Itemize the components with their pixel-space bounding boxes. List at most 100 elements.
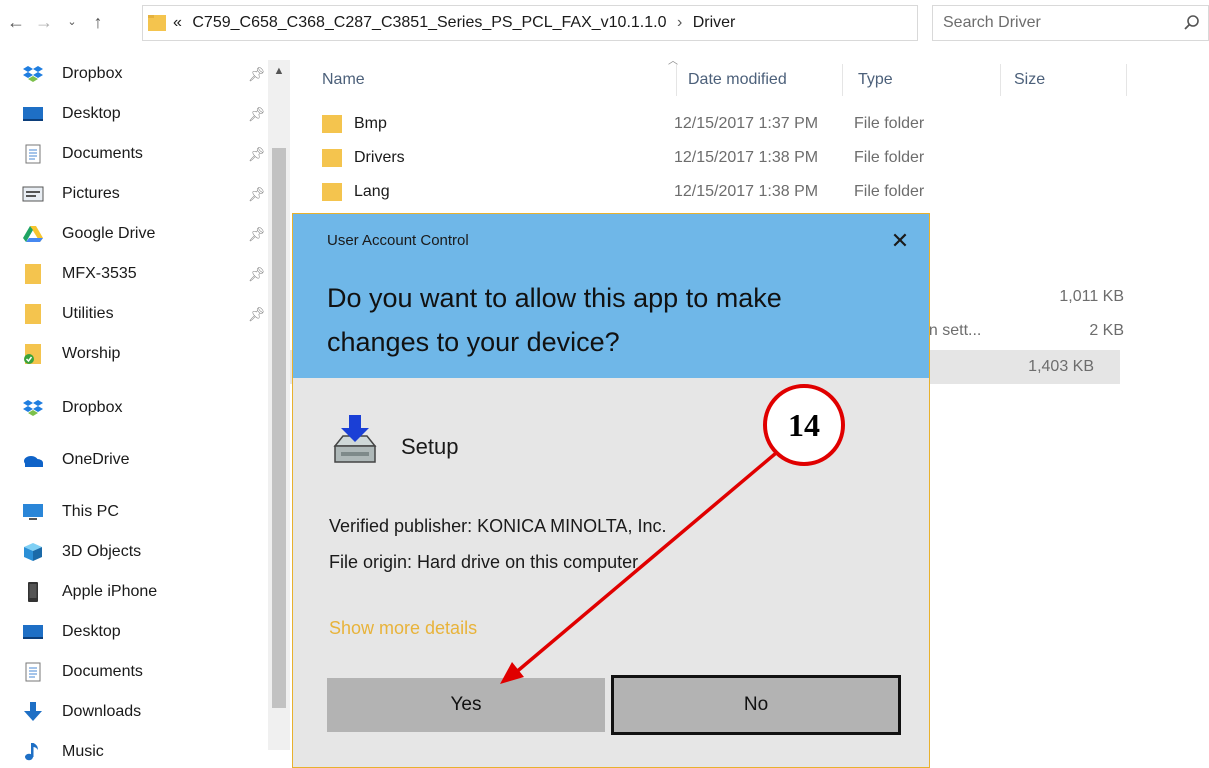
file-row-drivers[interactable]: Drivers 12/15/2017 1:38 PM File folder [320,141,1120,175]
nav-item-documents[interactable]: Documents 📌︎ [22,136,272,172]
this-pc-icon [23,504,43,520]
step-number-badge: 14 [763,384,845,466]
synced-folder-icon [24,344,41,364]
nav-item-google-drive[interactable]: Google Drive 📌︎ [22,216,272,252]
search-input[interactable] [943,6,1163,40]
file-name: Drivers [354,149,405,166]
desktop-icon [23,107,43,121]
nav-item-music[interactable]: Music [22,734,272,768]
nav-scrollbar[interactable]: ▲ [268,60,290,750]
address-bar[interactable]: « C759_C658_C368_C287_C3851_Series_PS_PC… [142,5,1024,41]
column-header-date-modified[interactable]: Date modified [688,60,787,100]
nav-item-onedrive[interactable]: OneDrive [22,442,272,478]
nav-item-label: Documents [62,145,143,162]
music-icon [25,743,38,761]
breadcrumb-overflow-chevron[interactable]: « [173,14,182,31]
google-drive-icon [23,226,43,242]
scrollbar-thumb[interactable] [272,148,286,708]
nav-item-label: MFX-3535 [62,265,137,282]
file-size: 1,011 KB [1059,288,1124,305]
pictures-icon [22,186,44,202]
recent-locations-chevron-icon[interactable]: ⌄ [62,10,82,34]
file-type: File folder [854,149,925,166]
search-box [932,5,1209,41]
nav-item-label: OneDrive [62,451,130,468]
nav-item-dropbox[interactable]: Dropbox 📌︎ [22,56,272,92]
file-date: 12/15/2017 1:38 PM [674,183,819,200]
app-name: Setup [401,434,459,459]
phone-icon [28,582,38,602]
column-divider[interactable] [1000,64,1001,96]
nav-item-worship[interactable]: Worship [22,336,272,372]
yes-button[interactable]: Yes [327,678,605,732]
pin-icon: 📌︎ [248,66,266,82]
nav-item-downloads[interactable]: Downloads [22,694,272,730]
breadcrumb-item[interactable]: C759_C658_C368_C287_C3851_Series_PS_PCL_… [192,14,666,31]
file-row-bmp[interactable]: Bmp 12/15/2017 1:37 PM File folder [320,107,1120,141]
nav-item-dropbox[interactable]: Dropbox [22,390,272,426]
nav-item-label: Pictures [62,185,120,202]
dropbox-icon [23,66,43,82]
onedrive-icon [24,456,43,467]
dropbox-icon [23,400,43,416]
documents-icon [25,144,41,164]
nav-item-apple-iphone[interactable]: Apple iPhone [22,574,272,610]
pin-icon: 📌︎ [248,226,266,242]
folder-icon [322,115,342,133]
up-arrow-icon[interactable]: ↑ [88,10,108,34]
show-more-details-link[interactable]: Show more details [329,618,477,639]
no-button[interactable]: No [611,675,901,735]
nav-item-label: Downloads [62,703,142,720]
folder-icon [148,15,166,31]
column-divider[interactable] [842,64,843,96]
column-divider[interactable] [1126,64,1127,96]
column-divider[interactable] [676,64,677,96]
nav-item-desktop[interactable]: Desktop [22,614,272,650]
column-header-type[interactable]: Type [858,60,893,100]
folder-icon [25,264,41,284]
nav-item-label: Dropbox [62,399,123,416]
file-type: File folder [854,183,925,200]
breadcrumb-item[interactable]: Driver [693,14,736,31]
nav-item-3d-objects[interactable]: 3D Objects [22,534,272,570]
folder-icon [25,304,41,324]
nav-item-label: Google Drive [62,225,156,242]
search-icon[interactable] [1182,13,1202,33]
verified-publisher: Verified publisher: KONICA MINOLTA, Inc. [329,516,667,536]
nav-item-label: Worship [62,345,121,362]
file-date: 12/15/2017 1:37 PM [674,115,819,132]
folder-icon [322,149,342,167]
nav-item-label: This PC [62,503,119,520]
dialog-title: User Account Control [327,232,469,249]
nav-item-documents[interactable]: Documents [22,654,272,690]
nav-item-this-pc[interactable]: This PC [22,494,272,530]
nav-item-mfx-3535[interactable]: MFX-3535 📌︎ [22,256,272,292]
nav-item-label: Utilities [62,305,114,322]
file-size: 1,403 KB [1028,358,1094,375]
address-toolbar: ← → ⌄ ↑ « C759_C658_C368_C287_C3851_Seri… [0,0,1209,48]
file-type: File folder [854,115,925,132]
user-account-control-dialog: User Account Control ✕ Do you want to al… [292,213,930,768]
nav-item-pictures[interactable]: Pictures 📌︎ [22,176,272,212]
column-header-size[interactable]: Size [1014,60,1045,100]
nav-item-desktop[interactable]: Desktop 📌︎ [22,96,272,132]
back-arrow-icon[interactable]: ← [6,10,26,34]
file-size: 2 KB [1089,322,1124,339]
setup-installer-icon [333,415,377,463]
scroll-up-arrow-icon[interactable]: ▲ [268,60,290,82]
pin-icon: 📌︎ [248,186,266,202]
column-header-name[interactable]: Name [322,60,365,100]
breadcrumb-separator-icon[interactable]: › [677,14,682,31]
forward-arrow-icon[interactable]: → [34,10,54,34]
close-icon[interactable]: ✕ [885,226,915,256]
nav-item-label: Music [62,743,104,760]
desktop-icon [23,625,43,639]
pin-icon: 📌︎ [248,266,266,282]
pin-icon: 📌︎ [248,106,266,122]
file-row-lang[interactable]: Lang 12/15/2017 1:38 PM File folder [320,175,1120,209]
navigation-pane: Dropbox 📌︎ Desktop 📌︎ Documents 📌︎ Pictu… [0,48,290,768]
pin-icon: 📌︎ [248,306,266,322]
nav-item-utilities[interactable]: Utilities 📌︎ [22,296,272,332]
nav-item-label: 3D Objects [62,543,142,560]
nav-item-label: Desktop [62,623,121,640]
